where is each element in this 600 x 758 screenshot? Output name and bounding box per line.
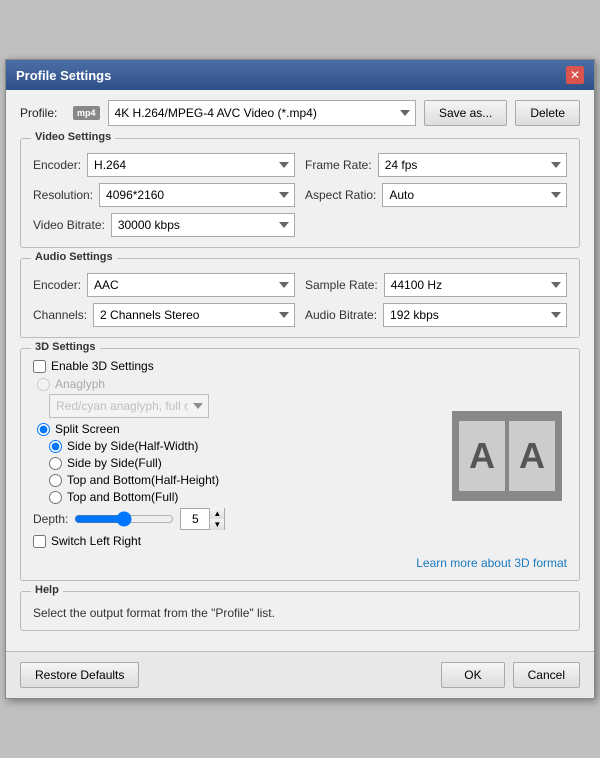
enable-3d-checkbox[interactable] — [33, 360, 46, 373]
encoder-row: Encoder: H.264 — [33, 153, 295, 177]
audio-encoder-row: Encoder: AAC — [33, 273, 295, 297]
save-as-button[interactable]: Save as... — [424, 100, 507, 126]
profile-settings-dialog: Profile Settings ✕ Profile: mp4 4K H.264… — [5, 59, 595, 699]
channels-select[interactable]: 2 Channels Stereo — [93, 303, 295, 327]
help-section: Help Select the output format from the "… — [20, 591, 580, 631]
aa-preview: A A — [452, 411, 562, 501]
top-full-row: Top and Bottom(Full) — [49, 490, 437, 504]
spin-up-button[interactable]: ▲ — [210, 508, 224, 519]
switch-lr-label[interactable]: Switch Left Right — [51, 534, 141, 548]
encoder-label: Encoder: — [33, 158, 81, 172]
cancel-button[interactable]: Cancel — [513, 662, 580, 688]
dialog-body: Profile: mp4 4K H.264/MPEG-4 AVC Video (… — [6, 90, 594, 651]
frame-rate-select[interactable]: 24 fps — [378, 153, 567, 177]
audio-bitrate-select[interactable]: 192 kbps — [383, 303, 567, 327]
ok-button[interactable]: OK — [441, 662, 504, 688]
top-full-radio[interactable] — [49, 491, 62, 504]
encoder-select[interactable]: H.264 — [87, 153, 295, 177]
side-half-label[interactable]: Side by Side(Half-Width) — [67, 439, 198, 453]
aa-letter-left: A — [459, 421, 505, 491]
side-full-label[interactable]: Side by Side(Full) — [67, 456, 162, 470]
audio-settings-section: Audio Settings Encoder: AAC Sample Rate:… — [20, 258, 580, 338]
side-half-row: Side by Side(Half-Width) — [49, 439, 437, 453]
switch-lr-checkbox[interactable] — [33, 535, 46, 548]
profile-icon: mp4 — [73, 106, 100, 120]
3d-settings-content: Enable 3D Settings Anaglyph Red/cyan ana… — [33, 359, 567, 552]
video-bitrate-label: Video Bitrate: — [33, 218, 105, 232]
audio-settings-title: Audio Settings — [31, 251, 117, 263]
split-screen-radio[interactable] — [37, 423, 50, 436]
resolution-row: Resolution: 4096*2160 — [33, 183, 295, 207]
top-half-row: Top and Bottom(Half-Height) — [49, 473, 437, 487]
audio-encoder-label: Encoder: — [33, 278, 81, 292]
anaglyph-radio-row: Anaglyph — [37, 377, 437, 391]
3d-settings-title: 3D Settings — [31, 341, 100, 353]
resolution-select[interactable]: 4096*2160 — [99, 183, 295, 207]
aa-letter-right: A — [509, 421, 555, 491]
frame-rate-label: Frame Rate: — [305, 158, 372, 172]
aspect-ratio-select[interactable]: Auto — [382, 183, 567, 207]
footer-right-buttons: OK Cancel — [441, 662, 580, 688]
video-settings-title: Video Settings — [31, 131, 115, 143]
delete-button[interactable]: Delete — [515, 100, 580, 126]
spin-down-button[interactable]: ▼ — [210, 519, 224, 530]
3d-preview-area: A A — [447, 359, 567, 552]
audio-settings-grid: Encoder: AAC Sample Rate: 44100 Hz Chann… — [33, 273, 567, 327]
sample-rate-row: Sample Rate: 44100 Hz — [305, 273, 567, 297]
top-half-label[interactable]: Top and Bottom(Half-Height) — [67, 473, 219, 487]
video-settings-grid: Encoder: H.264 Frame Rate: 24 fps Resolu… — [33, 153, 567, 237]
depth-slider[interactable] — [74, 512, 174, 526]
help-text: Select the output format from the "Profi… — [33, 606, 567, 620]
channels-row: Channels: 2 Channels Stereo — [33, 303, 295, 327]
resolution-label: Resolution: — [33, 188, 93, 202]
dialog-footer: Restore Defaults OK Cancel — [6, 651, 594, 698]
audio-bitrate-label: Audio Bitrate: — [305, 308, 377, 322]
close-button[interactable]: ✕ — [566, 66, 584, 84]
depth-input[interactable]: 5 — [181, 509, 209, 529]
frame-rate-row: Frame Rate: 24 fps — [305, 153, 567, 177]
aspect-ratio-row: Aspect Ratio: Auto — [305, 183, 567, 207]
video-settings-section: Video Settings Encoder: H.264 Frame Rate… — [20, 138, 580, 248]
sample-rate-label: Sample Rate: — [305, 278, 378, 292]
profile-row: Profile: mp4 4K H.264/MPEG-4 AVC Video (… — [20, 100, 580, 126]
depth-row: Depth: 5 ▲ ▼ — [33, 508, 437, 530]
enable-3d-label[interactable]: Enable 3D Settings — [51, 359, 154, 373]
top-full-label[interactable]: Top and Bottom(Full) — [67, 490, 178, 504]
top-half-radio[interactable] — [49, 474, 62, 487]
learn-more-container: Learn more about 3D format — [33, 554, 567, 570]
audio-bitrate-row: Audio Bitrate: 192 kbps — [305, 303, 567, 327]
dialog-title: Profile Settings — [16, 68, 111, 83]
side-half-radio[interactable] — [49, 440, 62, 453]
anaglyph-label[interactable]: Anaglyph — [55, 377, 105, 391]
depth-spinbox: 5 ▲ ▼ — [180, 508, 225, 530]
aspect-ratio-label: Aspect Ratio: — [305, 188, 376, 202]
sample-rate-select[interactable]: 44100 Hz — [384, 273, 567, 297]
audio-encoder-select[interactable]: AAC — [87, 273, 295, 297]
split-screen-label[interactable]: Split Screen — [55, 422, 120, 436]
video-bitrate-row: Video Bitrate: 30000 kbps — [33, 213, 295, 237]
enable-3d-row: Enable 3D Settings — [33, 359, 437, 373]
anaglyph-dropdown[interactable]: Red/cyan anaglyph, full color — [49, 394, 209, 418]
title-bar: Profile Settings ✕ — [6, 60, 594, 90]
help-title: Help — [31, 584, 63, 596]
split-screen-radio-row: Split Screen — [37, 422, 437, 436]
switch-lr-row: Switch Left Right — [33, 534, 437, 548]
spin-buttons: ▲ ▼ — [209, 508, 224, 530]
side-full-radio[interactable] — [49, 457, 62, 470]
channels-label: Channels: — [33, 308, 87, 322]
video-bitrate-select[interactable]: 30000 kbps — [111, 213, 295, 237]
depth-label: Depth: — [33, 512, 68, 526]
3d-settings-section: 3D Settings Enable 3D Settings Anaglyph — [20, 348, 580, 581]
profile-select[interactable]: 4K H.264/MPEG-4 AVC Video (*.mp4) — [108, 100, 416, 126]
3d-settings-left: Enable 3D Settings Anaglyph Red/cyan ana… — [33, 359, 437, 552]
anaglyph-radio[interactable] — [37, 378, 50, 391]
profile-label: Profile: — [20, 106, 65, 120]
side-full-row: Side by Side(Full) — [49, 456, 437, 470]
restore-defaults-button[interactable]: Restore Defaults — [20, 662, 139, 688]
learn-more-link[interactable]: Learn more about 3D format — [416, 556, 567, 570]
